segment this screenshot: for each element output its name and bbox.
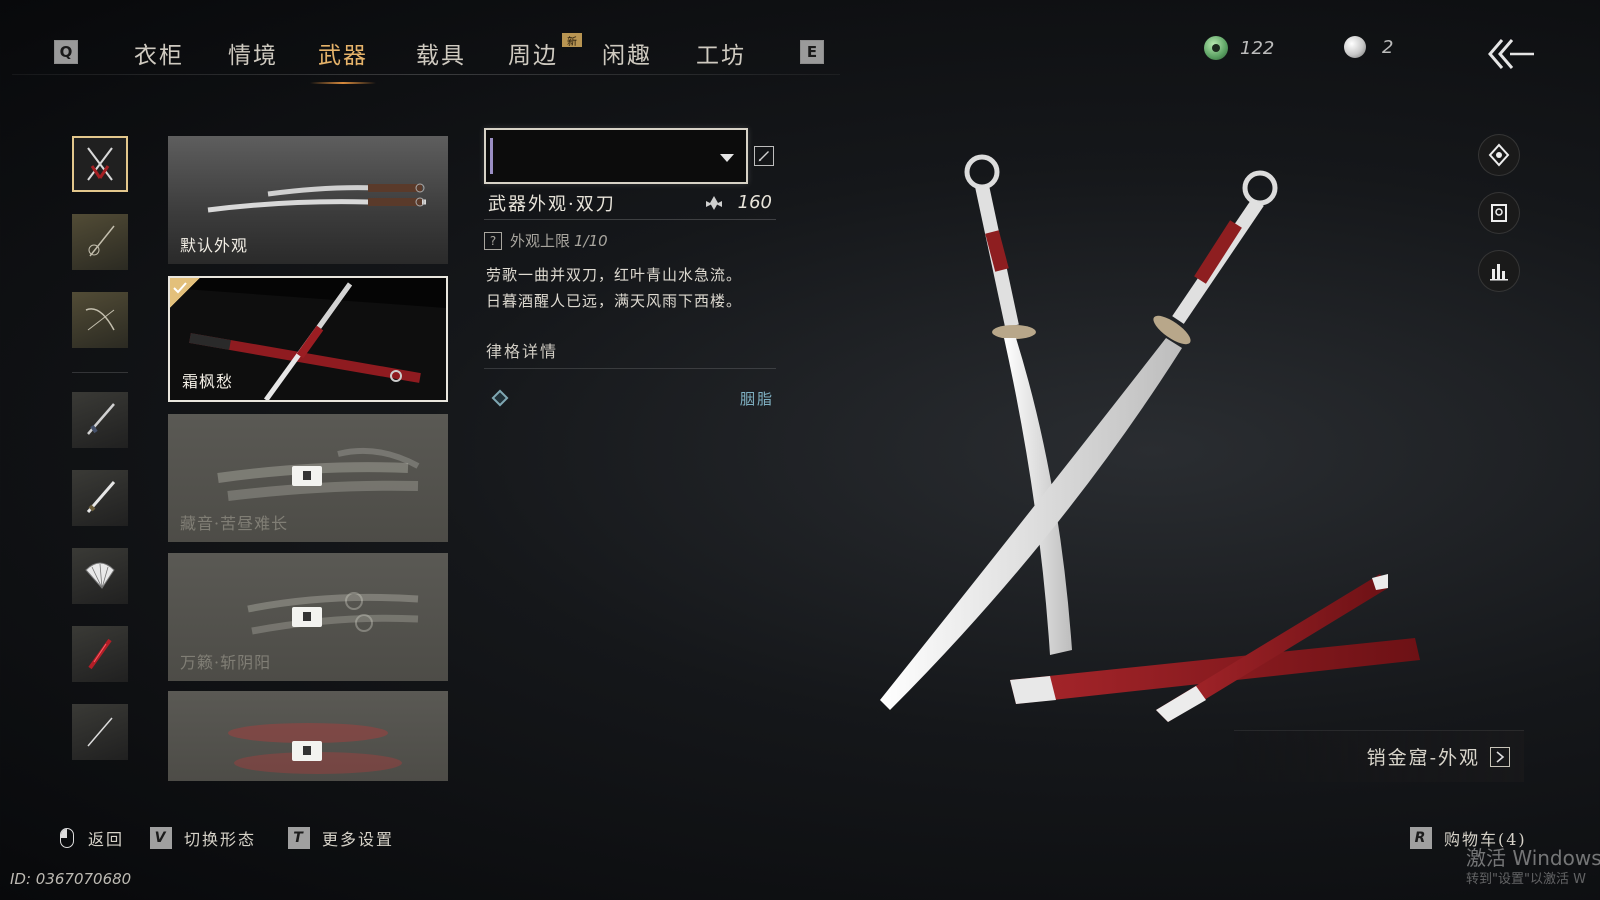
player-id: ID: 0367070680 bbox=[10, 870, 132, 888]
back-hint[interactable]: 返回 bbox=[60, 826, 124, 850]
jade-currency: 122 bbox=[1204, 36, 1274, 60]
umbrella-icon bbox=[88, 638, 112, 670]
chevron-down-icon[interactable] bbox=[720, 154, 734, 162]
rule-label: 胭脂 bbox=[739, 390, 774, 408]
skin-card-locked[interactable] bbox=[168, 691, 448, 781]
rule-item[interactable]: 胭脂 bbox=[484, 386, 776, 410]
mouse-icon bbox=[60, 828, 74, 848]
pearl-icon bbox=[1344, 36, 1366, 58]
back-hint-label: 返回 bbox=[88, 830, 125, 849]
category-umbrella[interactable] bbox=[72, 626, 128, 682]
fan-icon bbox=[85, 562, 115, 589]
skin-description: 劳歌一曲并双刀，红叶青山水急流。 日暮酒醒人已远，满天风雨下西楼。 bbox=[486, 262, 742, 314]
lock-icon bbox=[292, 466, 322, 486]
description-line: 日暮酒醒人已远，满天风雨下西楼。 bbox=[486, 292, 743, 310]
tab-workshop[interactable]: 工坊 bbox=[696, 36, 746, 70]
lock-icon bbox=[292, 741, 322, 761]
appearance-limit-value: 1/10 bbox=[574, 231, 608, 250]
category-bow[interactable] bbox=[72, 292, 128, 348]
lotus-currency-icon bbox=[705, 195, 722, 210]
skin-name: 默认外观 bbox=[180, 236, 249, 255]
equipped-check-icon bbox=[170, 278, 200, 308]
category-spear[interactable] bbox=[72, 214, 128, 270]
description-line: 劳歌一曲并双刀，红叶青山水急流。 bbox=[486, 266, 743, 284]
dart-icon bbox=[87, 717, 113, 747]
new-badge: 新 bbox=[562, 33, 582, 48]
weapon-type-label: 武器外观·双刀 bbox=[488, 193, 616, 215]
pearl-currency: 2 bbox=[1344, 36, 1393, 58]
category-divider bbox=[72, 372, 128, 373]
skin-name: 霜枫愁 bbox=[182, 372, 234, 391]
skin-card-locked[interactable]: 万籁·斩阴阳 bbox=[168, 553, 448, 681]
back-arrow-icon[interactable] bbox=[1488, 36, 1536, 72]
windows-watermark: 激活 Windows bbox=[1466, 846, 1600, 870]
bow-icon bbox=[85, 308, 115, 331]
v-key-icon: V bbox=[150, 827, 172, 849]
skin-cost: 160 bbox=[704, 192, 772, 213]
nav-divider bbox=[12, 74, 840, 75]
category-sword[interactable] bbox=[72, 392, 128, 448]
chevron-right-icon bbox=[1490, 746, 1510, 767]
jade-coin-icon bbox=[1204, 36, 1228, 60]
tab-wardrobe[interactable]: 衣柜 bbox=[134, 36, 184, 70]
tab-vehicles[interactable]: 载具 bbox=[416, 36, 466, 70]
text-cursor bbox=[490, 138, 493, 174]
windows-watermark-sub: 转到"设置"以激活 W bbox=[1466, 872, 1586, 887]
skin-details-panel: 武器外观·双刀 160 ? 外观上限 1/10 劳歌一曲并双刀，红叶青山水急流。… bbox=[484, 128, 780, 408]
next-tab-key[interactable]: E bbox=[800, 40, 824, 64]
r-key-icon: R bbox=[1410, 827, 1432, 849]
weapon-preview-image bbox=[880, 154, 1420, 722]
skin-card-locked[interactable]: 藏音·苦昼难长 bbox=[168, 414, 448, 542]
diamond-icon bbox=[491, 389, 509, 407]
long-blade-icon bbox=[86, 481, 116, 513]
skin-name: 藏音·苦昼难长 bbox=[180, 514, 289, 533]
skin-name: 万籁·斩阴阳 bbox=[180, 653, 272, 672]
tab-weapons[interactable]: 武器 bbox=[310, 36, 376, 84]
more-settings-label: 更多设置 bbox=[322, 830, 395, 849]
skin-cost-value: 160 bbox=[737, 192, 772, 213]
lock-icon bbox=[292, 607, 322, 627]
category-long-blade[interactable] bbox=[72, 470, 128, 526]
loadout-name-dropdown[interactable] bbox=[484, 128, 748, 184]
spear-tassel-icon bbox=[88, 225, 115, 257]
switch-form-hint[interactable]: V 切换形态 bbox=[150, 826, 256, 850]
sword-icon bbox=[87, 403, 115, 435]
appearance-limit-label: 外观上限 bbox=[510, 232, 571, 250]
skin-card-default[interactable]: 默认外观 bbox=[168, 136, 448, 264]
tab-scene[interactable]: 情境 bbox=[228, 36, 278, 70]
tab-leisure[interactable]: 闲趣 bbox=[602, 36, 652, 70]
locked-skin-image bbox=[228, 723, 402, 774]
source-link[interactable]: 销金窟-外观 bbox=[1234, 730, 1524, 782]
source-label: 销金窟-外观 bbox=[1366, 747, 1480, 769]
pearl-amount: 2 bbox=[1382, 36, 1394, 58]
edit-icon[interactable] bbox=[754, 146, 774, 166]
more-settings-hint[interactable]: T 更多设置 bbox=[288, 826, 394, 850]
crossed-blades-icon bbox=[87, 147, 113, 181]
category-dart[interactable] bbox=[72, 704, 128, 760]
category-fan[interactable] bbox=[72, 548, 128, 604]
top-nav: Q 衣柜 情境 武器 载具 周边 新 闲趣 工坊 E bbox=[0, 0, 840, 84]
appearance-limit: ? 外观上限 1/10 bbox=[484, 230, 608, 251]
rules-section-title: 律格详情 bbox=[486, 342, 559, 361]
t-key-icon: T bbox=[288, 827, 310, 849]
jade-amount: 122 bbox=[1240, 37, 1275, 59]
category-dual-blades[interactable] bbox=[72, 136, 128, 192]
help-icon[interactable]: ? bbox=[484, 231, 502, 250]
section-divider bbox=[484, 368, 776, 369]
skin-card-selected[interactable]: 霜枫愁 bbox=[168, 276, 448, 402]
switch-form-label: 切换形态 bbox=[184, 830, 257, 849]
prev-tab-key[interactable]: Q bbox=[54, 40, 78, 64]
weapon-type-row: 武器外观·双刀 160 bbox=[484, 186, 776, 220]
tab-accessories[interactable]: 周边 bbox=[508, 36, 558, 70]
